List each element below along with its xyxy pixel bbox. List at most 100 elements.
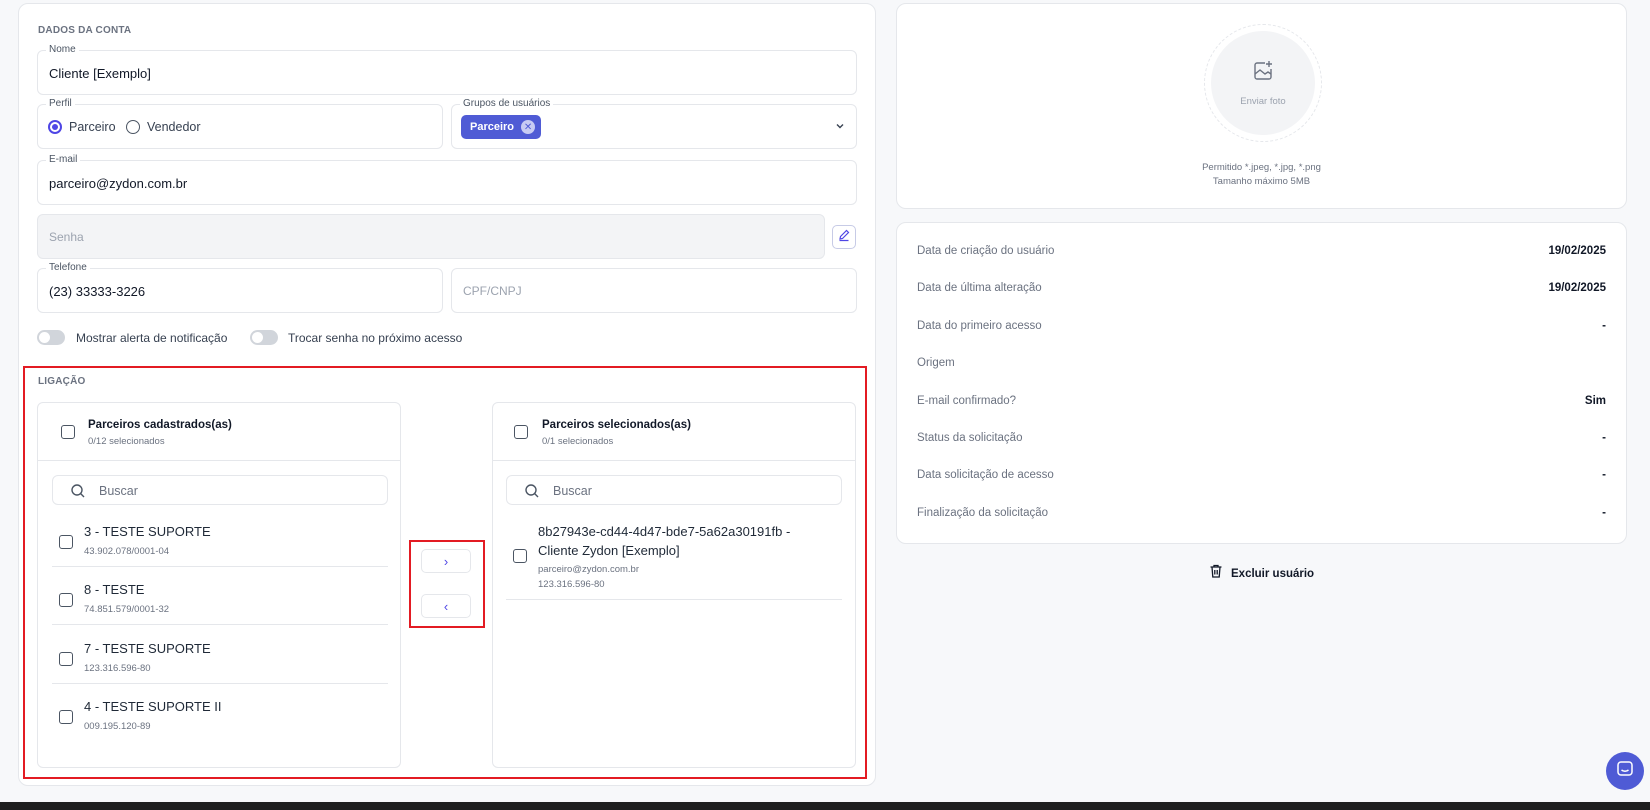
select-all-selected-checkbox[interactable]	[514, 425, 528, 439]
info-row: Finalização da solicitação -	[917, 507, 1606, 527]
cpf-placeholder: CPF/CNPJ	[463, 284, 522, 298]
available-partners-panel: Parceiros cadastrados(as) 0/12 seleciona…	[37, 402, 401, 768]
cpf-field[interactable]: CPF/CNPJ	[451, 268, 857, 313]
available-partners-header: Parceiros cadastrados(as) 0/12 seleciona…	[38, 403, 400, 461]
radio-parceiro-dot	[48, 120, 62, 134]
item-checkbox[interactable]	[59, 652, 73, 666]
info-row: Data de última alteração 19/02/2025	[917, 282, 1606, 302]
phone-label: Telefone	[46, 262, 90, 274]
available-partners-count: 0/12 selecionados	[88, 436, 165, 447]
groups-label: Grupos de usuários	[460, 98, 554, 110]
info-value: -	[1602, 432, 1606, 444]
edit-icon	[837, 228, 851, 247]
name-field[interactable]: Nome Cliente [Exemplo]	[37, 44, 857, 95]
radio-parceiro-label: Parceiro	[69, 120, 116, 134]
item-email: parceiro@zydon.com.br	[538, 564, 639, 575]
item-name-line2: Cliente Zydon [Exemplo]	[538, 543, 680, 558]
radio-parceiro[interactable]: Parceiro	[48, 120, 116, 134]
list-item[interactable]: 4 - TESTE SUPORTE II 009.195.120-89	[52, 688, 388, 742]
notification-toggle-label: Mostrar alerta de notificação	[76, 331, 228, 345]
change-password-toggle[interactable]	[250, 330, 278, 345]
info-value: -	[1602, 469, 1606, 481]
remove-chip-icon[interactable]: ✕	[521, 120, 536, 134]
info-key: E-mail confirmado?	[917, 395, 1017, 407]
item-checkbox[interactable]	[59, 535, 73, 549]
item-name: 3 - TESTE SUPORTE	[84, 524, 211, 539]
item-checkbox[interactable]	[513, 549, 527, 563]
photo-placeholder: Enviar foto	[1211, 31, 1315, 135]
search-icon	[524, 483, 540, 504]
radio-vendedor[interactable]: Vendedor	[126, 120, 201, 134]
account-section-title: DADOS DA CONTA	[38, 25, 132, 36]
info-key: Data de última alteração	[917, 282, 1042, 294]
list-item[interactable]: 8b27943e-cd44-4d47-bde7-5a62a30191fb - C…	[506, 513, 842, 600]
info-value: 19/02/2025	[1548, 282, 1606, 294]
phone-field[interactable]: Telefone (23) 33333-3226	[37, 262, 443, 313]
info-key: Data de criação do usuário	[917, 245, 1055, 257]
item-name: 7 - TESTE SUPORTE	[84, 641, 211, 656]
info-key: Origem	[917, 357, 955, 369]
photo-max-size-text: Tamanho máximo 5MB	[1212, 176, 1311, 187]
info-row: Data de criação do usuário 19/02/2025	[917, 245, 1606, 265]
info-value: Sim	[1584, 395, 1606, 407]
list-item[interactable]: 8 - TESTE 74.851.579/0001-32	[52, 571, 388, 625]
name-label: Nome	[46, 44, 79, 56]
item-checkbox[interactable]	[59, 593, 73, 607]
item-doc: 009.195.120-89	[84, 721, 151, 732]
change-password-toggle-label: Trocar senha no próximo acesso	[288, 331, 463, 345]
delete-user-button[interactable]: Excluir usuário	[1208, 563, 1314, 584]
delete-user-label: Excluir usuário	[1231, 567, 1315, 580]
edit-password-button[interactable]	[832, 225, 856, 249]
trash-icon	[1208, 563, 1224, 584]
item-name: 8 - TESTE	[84, 582, 145, 597]
add-photo-icon	[1251, 59, 1275, 88]
selected-search[interactable]: Buscar	[506, 475, 842, 505]
item-doc: 123.316.596-80	[84, 663, 151, 674]
notification-toggle[interactable]	[37, 330, 65, 345]
item-name-line1: 8b27943e-cd44-4d47-bde7-5a62a30191fb -	[538, 524, 791, 539]
group-chip-label: Parceiro	[470, 121, 515, 133]
search-icon	[70, 483, 86, 504]
email-label: E-mail	[46, 154, 81, 166]
taskbar	[0, 802, 1650, 810]
password-placeholder: Senha	[49, 230, 84, 244]
info-row: Data do primeiro acesso -	[917, 320, 1606, 340]
phone-value: (23) 33333-3226	[49, 284, 146, 299]
radio-vendedor-dot	[126, 120, 140, 134]
chat-button[interactable]	[1606, 752, 1644, 790]
selected-partners-title: Parceiros selecionados(as)	[542, 419, 691, 431]
name-value: Cliente [Exemplo]	[49, 66, 151, 81]
select-all-available-checkbox[interactable]	[61, 425, 75, 439]
info-key: Status da solicitação	[917, 432, 1023, 444]
chevron-down-icon[interactable]	[834, 119, 846, 137]
info-row: Status da solicitação -	[917, 432, 1606, 452]
selected-partners-panel: Parceiros selecionados(as) 0/1 seleciona…	[492, 402, 856, 768]
item-doc: 43.902.078/0001-04	[84, 546, 170, 557]
user-info-card: Data de criação do usuário 19/02/2025 Da…	[896, 222, 1627, 544]
item-checkbox[interactable]	[59, 710, 73, 724]
info-key: Finalização da solicitação	[917, 507, 1049, 519]
move-left-button[interactable]: ‹	[421, 594, 471, 618]
chevron-left-icon: ‹	[443, 598, 449, 614]
list-item[interactable]: 3 - TESTE SUPORTE 43.902.078/0001-04	[52, 513, 388, 567]
groups-select[interactable]: Grupos de usuários Parceiro ✕	[451, 98, 857, 149]
list-item[interactable]: 7 - TESTE SUPORTE 123.316.596-80	[52, 630, 388, 684]
selected-partners-header: Parceiros selecionados(as) 0/1 seleciona…	[493, 403, 855, 461]
email-field[interactable]: E-mail parceiro@zydon.com.br	[37, 154, 857, 205]
photo-upload[interactable]: Enviar foto	[1204, 24, 1322, 142]
info-value: -	[1602, 320, 1606, 332]
info-key: Data solicitação de acesso	[917, 469, 1054, 481]
info-key: Data do primeiro acesso	[917, 320, 1042, 332]
group-chip: Parceiro ✕	[461, 115, 542, 139]
info-value: -	[1602, 507, 1606, 519]
selected-search-placeholder: Buscar	[553, 484, 592, 498]
password-field: Senha	[37, 214, 825, 259]
available-partners-title: Parceiros cadastrados(as)	[88, 419, 232, 431]
link-section-title: LIGAÇÃO	[38, 376, 86, 387]
move-right-button[interactable]: ›	[421, 549, 471, 573]
profile-field: Perfil Parceiro Vendedor	[37, 98, 443, 149]
info-row: Data solicitação de acesso -	[917, 469, 1606, 489]
profile-label: Perfil	[46, 98, 75, 110]
available-search[interactable]: Buscar	[52, 475, 388, 505]
available-search-placeholder: Buscar	[99, 484, 138, 498]
